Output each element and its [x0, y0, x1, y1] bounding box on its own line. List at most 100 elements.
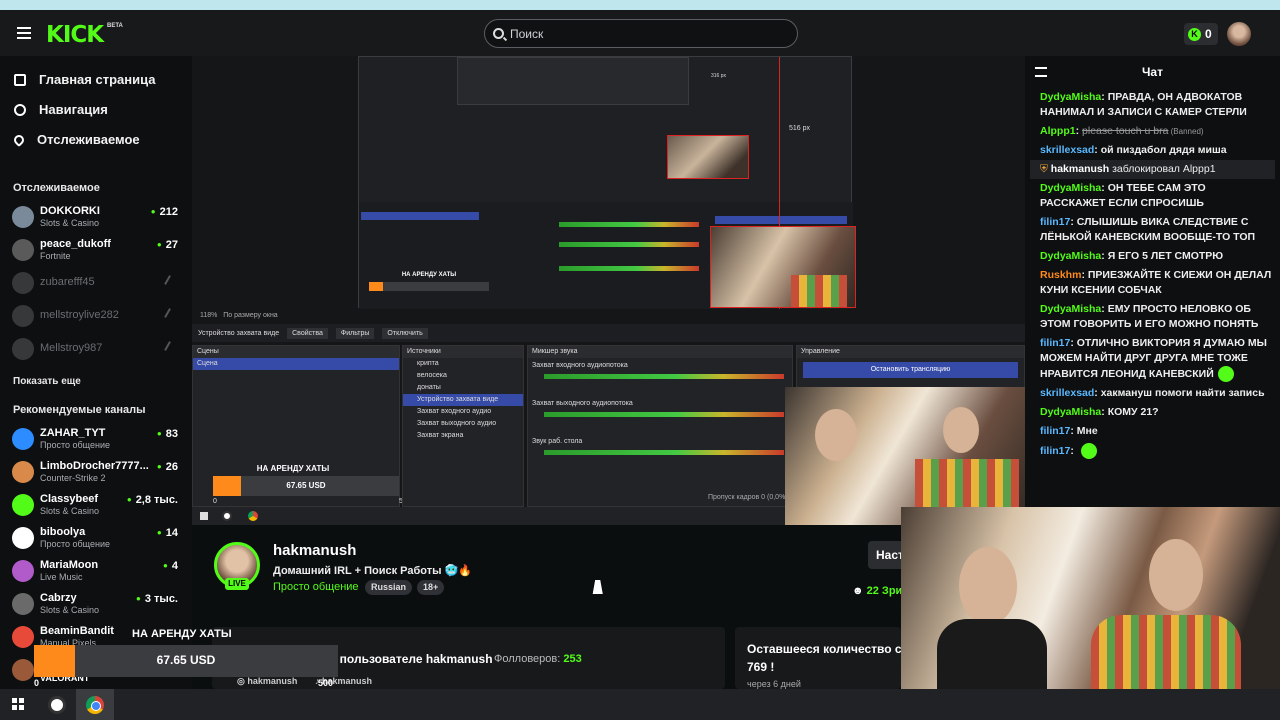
- following-channel-offline[interactable]: Mellstroy987: [12, 334, 182, 364]
- source-item[interactable]: донаты: [403, 382, 523, 394]
- source-item[interactable]: крипта: [403, 358, 523, 370]
- avatar: [12, 428, 34, 450]
- nested-taskbar: [192, 507, 792, 525]
- following-channel-peace-dukoff[interactable]: peace_dukoff Fortnite 27: [12, 235, 182, 265]
- sidebar-item-home[interactable]: Главная страница: [14, 72, 155, 87]
- recommended-channel[interactable]: biboolya Просто общение 14: [12, 523, 182, 553]
- remaining-subtitle: через 6 дней: [747, 679, 801, 689]
- mixer-title: Микшер звука: [528, 346, 792, 358]
- obs-source-toolbar: Устройство захвата виде Свойства Фильтры…: [192, 324, 1025, 342]
- recommended-channel[interactable]: LimboDrocher7777... Counter-Strike 2 26: [12, 457, 182, 487]
- chat-username[interactable]: Alppp1: [1040, 125, 1076, 137]
- chat-username[interactable]: skrillexsad: [1040, 144, 1094, 156]
- channel-name: DOKKORKI: [40, 205, 100, 217]
- search-input[interactable]: [510, 26, 780, 41]
- mixer-track-label: Звук раб. стола: [532, 438, 583, 445]
- source-item[interactable]: велосека: [403, 370, 523, 382]
- chat-username[interactable]: DydyaMisha: [1040, 406, 1101, 418]
- chat-message: DydyaMisha: ЕМУ ПРОСТО НЕЛОВКО ОБ ЭТОМ Г…: [1040, 303, 1259, 330]
- streamer-name[interactable]: hakmanush: [273, 542, 356, 559]
- chat-username[interactable]: Ruskhm: [1040, 269, 1081, 281]
- channel-name: LimboDrocher7777...: [40, 460, 149, 472]
- kick-coin-icon: K: [1188, 27, 1201, 41]
- filters-button[interactable]: Фильтры: [335, 327, 375, 339]
- kick-logo[interactable]: KICK: [46, 22, 104, 48]
- recommended-channel[interactable]: Cabrzy Slots & Casino 3 тыс.: [12, 589, 182, 619]
- frames-dropped-status: Пропуск кадров 0 (0,0%): [708, 494, 788, 501]
- stop-streaming-button[interactable]: Остановить трансляцию: [803, 362, 1018, 378]
- stream-category[interactable]: Просто общение: [273, 581, 359, 593]
- following-channel-offline[interactable]: mellstroylive282: [12, 301, 182, 331]
- rent-goal-min: 0: [34, 678, 40, 688]
- browser-top-strip: [0, 0, 1280, 10]
- avatar: [12, 626, 34, 648]
- source-item[interactable]: Захват экрана: [403, 430, 523, 442]
- chat-username[interactable]: filin17: [1040, 425, 1070, 437]
- chrome-icon[interactable]: [86, 696, 104, 714]
- search-box[interactable]: [484, 19, 798, 48]
- scene-item[interactable]: Сцена: [193, 358, 399, 370]
- tag-18plus[interactable]: 18+: [417, 580, 445, 595]
- source-item-selected[interactable]: Устройство захвата виде: [403, 394, 523, 406]
- rent-goal-amount: 67.65 USD: [156, 653, 216, 667]
- following-channel-dokkorki[interactable]: DOKKORKI Slots & Casino 212: [12, 202, 182, 232]
- obs-icon[interactable]: [48, 696, 66, 714]
- avatar: [12, 272, 34, 294]
- recommended-channel[interactable]: MariaMoon Live Music 4: [12, 556, 182, 586]
- chat-username[interactable]: DydyaMisha: [1040, 250, 1101, 262]
- chat-username[interactable]: DydyaMisha: [1040, 303, 1101, 315]
- sources-dock: Источники крипта велосека донаты Устройс…: [402, 345, 524, 507]
- social-instagram[interactable]: ◎ hakmanush: [237, 676, 297, 687]
- chat-username[interactable]: filin17: [1040, 216, 1070, 228]
- collapse-chat-icon[interactable]: [1035, 67, 1047, 77]
- chat-username[interactable]: filin17: [1040, 445, 1070, 457]
- chat-username[interactable]: hakmanush: [1051, 163, 1109, 175]
- sidebar-item-browse[interactable]: Навигация: [14, 102, 108, 117]
- measure-label-small: 316 px: [711, 73, 727, 79]
- recommended-channel[interactable]: ZAHAR_TYT Просто общение 83: [12, 424, 182, 454]
- compass-icon: [14, 103, 26, 116]
- user-avatar[interactable]: [1227, 22, 1251, 46]
- avatar: [12, 527, 34, 549]
- chat-username[interactable]: filin17: [1040, 337, 1070, 349]
- deactivate-button[interactable]: Отключить: [382, 327, 428, 339]
- avatar: [12, 461, 34, 483]
- tag-russian[interactable]: Russian: [365, 580, 413, 595]
- following-section-title: Отслеживаемое: [13, 182, 100, 194]
- chat-message: DydyaMisha: Я ЕГО 5 ЛЕТ СМОТРЮ: [1040, 250, 1224, 262]
- scenes-title: Сцены: [193, 346, 399, 358]
- following-channel-offline[interactable]: zubarefff45: [12, 268, 182, 298]
- measure-label: 516 px: [789, 125, 811, 132]
- recommended-channel[interactable]: Classybeef Slots & Casino 2,8 тыс.: [12, 490, 182, 520]
- avatar: [12, 305, 34, 327]
- properties-button[interactable]: Свойства: [287, 327, 328, 339]
- remaining-value: 769 !: [747, 660, 775, 674]
- avatar: [12, 560, 34, 582]
- kicks-balance[interactable]: K 0: [1184, 23, 1218, 45]
- chat-message: DydyaMisha: ОН ТЕБЕ САМ ЭТО РАССКАЖЕТ ЕС…: [1040, 182, 1206, 209]
- rent-overlay-label: НА АРЕНДУ ХАТЫ: [256, 464, 330, 473]
- avatar: [12, 239, 34, 261]
- avatar: [12, 659, 34, 681]
- chat-system-message: ⛨ hakmanush заблокировал Alppp1: [1030, 160, 1275, 179]
- windows-start-icon[interactable]: [12, 698, 24, 710]
- viewer-count: 2,8 тыс.: [127, 494, 178, 506]
- show-more-link[interactable]: Показать еще: [13, 376, 81, 387]
- live-badge: LIVE: [225, 578, 249, 590]
- viewer-count: 14: [157, 527, 178, 539]
- sidebar: Главная страница Навигация Отслеживаемое…: [0, 56, 192, 689]
- audio-meter: [544, 450, 784, 455]
- sidebar-item-following[interactable]: Отслеживаемое: [11, 132, 140, 147]
- audio-meter: [544, 374, 784, 379]
- remaining-panel: Оставшееся количество с 769 ! через 6 дн…: [735, 627, 902, 689]
- menu-icon[interactable]: [17, 27, 31, 39]
- source-item[interactable]: Захват выходного аудио: [403, 418, 523, 430]
- channel-category: Просто общение: [40, 539, 110, 549]
- scenes-dock: Сцены Сцена НА АРЕНДУ ХАТЫ 67.65 USD 0 5…: [192, 345, 411, 507]
- chat-username[interactable]: skrillexsad: [1040, 387, 1094, 399]
- nested-rent-fill: [369, 282, 383, 291]
- source-item[interactable]: Захват входного аудио: [403, 406, 523, 418]
- chat-message: skrillexsad: ой пиздабол дядя миша: [1040, 144, 1227, 156]
- chat-username[interactable]: DydyaMisha: [1040, 182, 1101, 194]
- chat-username[interactable]: DydyaMisha: [1040, 91, 1101, 103]
